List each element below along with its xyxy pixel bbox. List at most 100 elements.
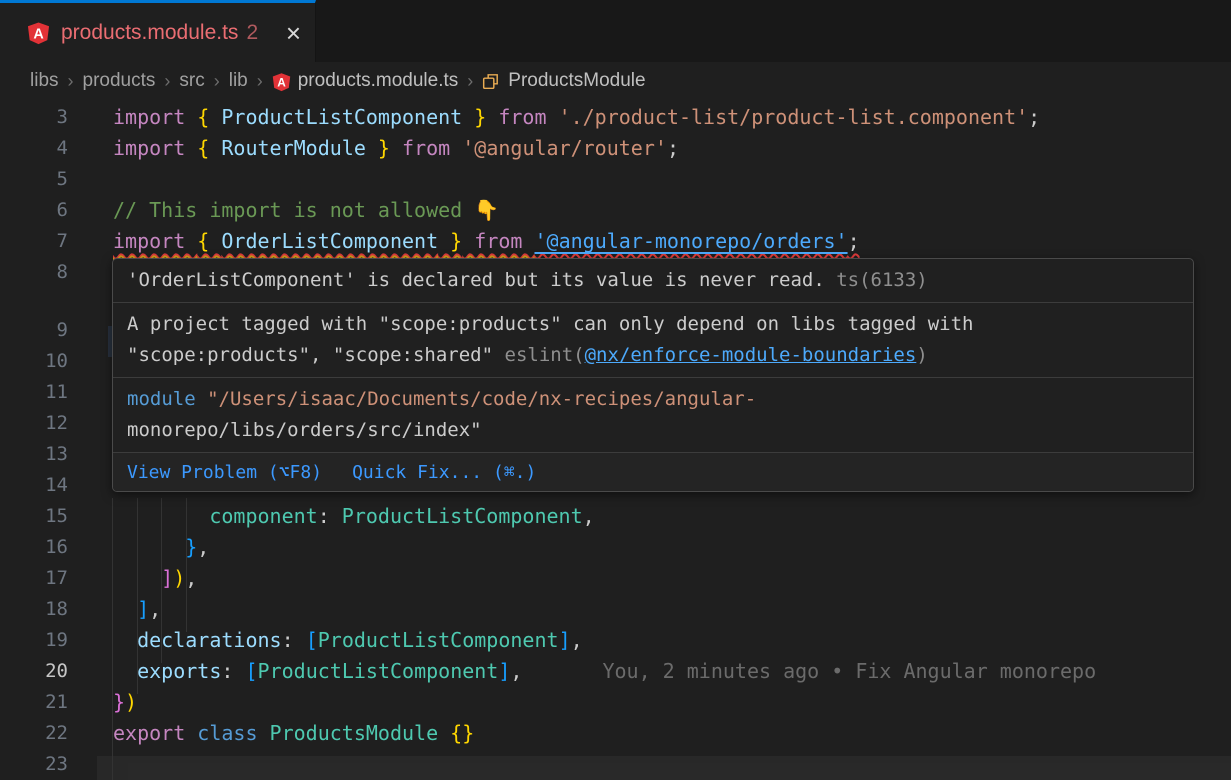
view-problem-link[interactable]: View Problem (⌥F8): [127, 462, 322, 483]
code-token: ,: [197, 535, 209, 559]
code-token: }: [185, 535, 197, 559]
line-number-8[interactable]: 8: [0, 257, 68, 288]
code-token: ProductListComponent: [318, 628, 559, 652]
code-line-19[interactable]: declarations: [ProductListComponent],: [0, 625, 1231, 656]
breadcrumb-item-src[interactable]: src: [179, 70, 204, 92]
code-token: [: [306, 628, 318, 652]
code-token: exports: [137, 659, 221, 683]
code-token: ]: [498, 659, 510, 683]
code-token: ;: [667, 136, 679, 160]
angular-icon: A: [272, 72, 291, 92]
hover-eslint-error: A project tagged with "scope:products" c…: [113, 303, 1193, 378]
code-token: declarations: [137, 628, 282, 652]
code-token: class: [197, 721, 269, 745]
code-line-7[interactable]: import { OrderListComponent } from '@ang…: [0, 226, 1231, 257]
chevron-right-icon: ›: [257, 71, 263, 92]
code-token: RouterModule: [221, 136, 366, 160]
code-token: :: [282, 628, 306, 652]
code-line-4[interactable]: import { RouterModule } from '@angular/r…: [0, 133, 1231, 164]
code-line-3[interactable]: import { ProductListComponent } from './…: [0, 102, 1231, 133]
code-token: './product-list/product-list.component': [559, 105, 1029, 129]
line-number-23[interactable]: 23: [0, 749, 68, 780]
code-token: // This import is not allowed: [113, 198, 474, 222]
code-line-20[interactable]: exports: [ProductListComponent],You, 2 m…: [0, 656, 1231, 687]
code-token: :: [318, 504, 342, 528]
symbol-class-icon: [482, 72, 501, 92]
hover-actions: View Problem (⌥F8) Quick Fix... (⌘.): [113, 453, 1193, 491]
line-number-9[interactable]: 9: [0, 315, 68, 346]
chevron-right-icon: ›: [467, 71, 473, 92]
tab-title: products.module.ts: [61, 21, 238, 45]
code-token: ,: [185, 566, 197, 590]
code-token: from: [486, 105, 558, 129]
tab-dirty-badge: 2: [246, 21, 258, 45]
line-number-13[interactable]: 13: [0, 439, 68, 470]
chevron-right-icon: ›: [214, 71, 220, 92]
code-token: {: [197, 136, 221, 160]
vscode-window: A products.module.ts 2 × libs › products…: [0, 0, 1231, 780]
module-specifier-link[interactable]: '@angular-monorepo/orders': [534, 229, 847, 253]
breadcrumb-item-lib[interactable]: lib: [229, 70, 248, 92]
code-line-16[interactable]: },: [0, 532, 1231, 563]
breadcrumb-item-libs[interactable]: libs: [30, 70, 59, 92]
code-token: [113, 628, 137, 652]
module-path-line1: module "/Users/isaac/Documents/code/nx-r…: [127, 384, 1179, 415]
code-line-22[interactable]: export class ProductsModule {}: [0, 718, 1231, 749]
line-number-10[interactable]: 10: [0, 346, 68, 377]
code-token: [113, 659, 137, 683]
code-token: [113, 535, 185, 559]
code-token: [438, 721, 450, 745]
code-line-21[interactable]: }): [0, 687, 1231, 718]
line-number-14[interactable]: 14: [0, 470, 68, 501]
ts-error-code: ts(6133): [836, 269, 928, 291]
code-token: }: [462, 105, 486, 129]
code-token: ProductListComponent: [342, 504, 583, 528]
code-token: ProductListComponent: [258, 659, 499, 683]
code-line-18[interactable]: ],: [0, 594, 1231, 625]
code-token: ;: [1028, 105, 1040, 129]
error-hover-popup: 'OrderListComponent' is declared but its…: [112, 258, 1194, 492]
code-token: {}: [450, 721, 474, 745]
code-token: ): [125, 690, 137, 714]
code-token: import: [113, 105, 197, 129]
line-number-11[interactable]: 11: [0, 377, 68, 408]
code-token: :: [221, 659, 245, 683]
ts-error-message: 'OrderListComponent' is declared but its…: [127, 269, 825, 291]
code-token: }: [113, 690, 125, 714]
code-token: }: [438, 229, 462, 253]
current-line-highlight: [97, 756, 1231, 780]
code-line-17[interactable]: ]),: [0, 563, 1231, 594]
code-token: {: [197, 229, 221, 253]
breadcrumb-item-products[interactable]: products: [83, 70, 156, 92]
code-token: ,: [571, 628, 583, 652]
code-token: ]: [137, 597, 149, 621]
code-editor[interactable]: 34567891011121314151617181920212223 impo…: [0, 100, 1231, 780]
git-blame-annotation: You, 2 minutes ago • Fix Angular monorep…: [602, 659, 1096, 683]
code-token: [113, 504, 209, 528]
code-token: ]: [559, 628, 571, 652]
code-token: import: [113, 229, 197, 253]
svg-text:A: A: [277, 75, 286, 89]
code-token: ): [173, 566, 185, 590]
tab-products-module[interactable]: A products.module.ts 2 ×: [0, 0, 316, 62]
code-token: [113, 597, 137, 621]
hover-module-info: module "/Users/isaac/Documents/code/nx-r…: [113, 378, 1193, 453]
code-line-15[interactable]: component: ProductListComponent,: [0, 501, 1231, 532]
angular-icon: A: [27, 21, 50, 45]
line-number-5[interactable]: 5: [0, 164, 68, 195]
line-number-12[interactable]: 12: [0, 408, 68, 439]
eslint-message-line2: "scope:products", "scope:shared" eslint(…: [127, 340, 1179, 371]
eslint-rule-link[interactable]: @nx/enforce-module-boundaries: [585, 344, 917, 366]
code-line-6[interactable]: // This import is not allowed 👇: [0, 195, 1231, 226]
close-icon[interactable]: ×: [286, 20, 301, 46]
code-token: '@angular/router': [462, 136, 667, 160]
quick-fix-link[interactable]: Quick Fix... (⌘.): [352, 462, 536, 483]
breadcrumb-item-symbol[interactable]: ProductsModule: [508, 70, 645, 92]
code-token: from: [462, 229, 534, 253]
breadcrumb-item-file[interactable]: products.module.ts: [298, 70, 459, 92]
code-token: component: [209, 504, 317, 528]
code-token: [: [245, 659, 257, 683]
chevron-right-icon: ›: [164, 71, 170, 92]
breadcrumb: libs › products › src › lib › A products…: [0, 62, 1231, 100]
code-token: export: [113, 721, 197, 745]
